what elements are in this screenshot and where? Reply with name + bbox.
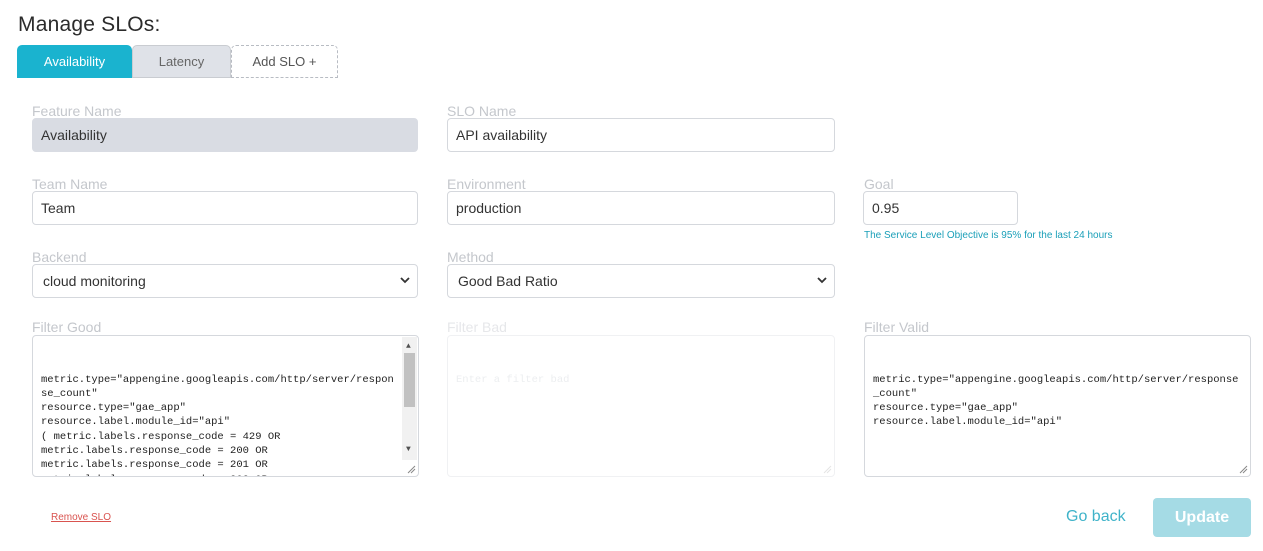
feature-name-input[interactable] <box>32 118 418 152</box>
filter-valid-label: Filter Valid <box>864 319 930 335</box>
slo-name-label: SLO Name <box>447 103 517 119</box>
method-select-value: Good Bad Ratio <box>458 273 558 289</box>
environment-label: Environment <box>447 176 526 192</box>
slo-tabs: Availability Latency Add SLO + <box>17 45 338 78</box>
resize-grip-icon[interactable] <box>822 464 832 474</box>
page-title: Manage SLOs: <box>18 13 161 36</box>
chevron-down-icon <box>400 277 410 284</box>
resize-grip-icon[interactable] <box>406 464 416 474</box>
filter-good-text: metric.type="appengine.googleapis.com/ht… <box>41 373 394 476</box>
tab-latency[interactable]: Latency <box>132 45 231 78</box>
backend-select[interactable]: cloud monitoring <box>32 264 418 298</box>
filter-good-textarea[interactable]: metric.type="appengine.googleapis.com/ht… <box>32 335 419 477</box>
backend-select-value: cloud monitoring <box>43 273 146 289</box>
resize-grip-icon[interactable] <box>1238 464 1248 474</box>
go-back-link[interactable]: Go back <box>1066 508 1126 526</box>
filter-valid-textarea[interactable]: metric.type="appengine.googleapis.com/ht… <box>864 335 1251 477</box>
method-select[interactable]: Good Bad Ratio <box>447 264 835 298</box>
environment-input[interactable] <box>447 191 835 225</box>
remove-slo-link[interactable]: Remove SLO <box>51 512 111 523</box>
team-name-input[interactable] <box>32 191 418 225</box>
feature-name-label: Feature Name <box>32 103 122 119</box>
filter-bad-textarea[interactable]: Enter a filter bad <box>447 335 835 477</box>
method-label: Method <box>447 249 494 265</box>
scroll-down-arrow-icon[interactable]: ▼ <box>406 443 411 457</box>
filter-bad-placeholder: Enter a filter bad <box>456 373 570 386</box>
slo-name-input[interactable] <box>447 118 835 152</box>
filter-good-label: Filter Good <box>32 319 102 335</box>
team-name-label: Team Name <box>32 176 108 192</box>
update-button[interactable]: Update <box>1153 498 1251 537</box>
filter-bad-label: Filter Bad <box>447 319 507 335</box>
filter-valid-text: metric.type="appengine.googleapis.com/ht… <box>873 373 1239 429</box>
scroll-thumb[interactable] <box>404 353 415 407</box>
backend-label: Backend <box>32 249 87 265</box>
scrollbar[interactable]: ▲ ▼ <box>402 337 417 460</box>
tab-availability[interactable]: Availability <box>17 45 132 78</box>
goal-label: Goal <box>864 176 894 192</box>
chevron-down-icon <box>817 277 827 284</box>
add-slo-tab[interactable]: Add SLO + <box>231 45 338 78</box>
goal-hint: The Service Level Objective is 95% for t… <box>864 230 1113 241</box>
goal-input[interactable] <box>863 191 1018 225</box>
